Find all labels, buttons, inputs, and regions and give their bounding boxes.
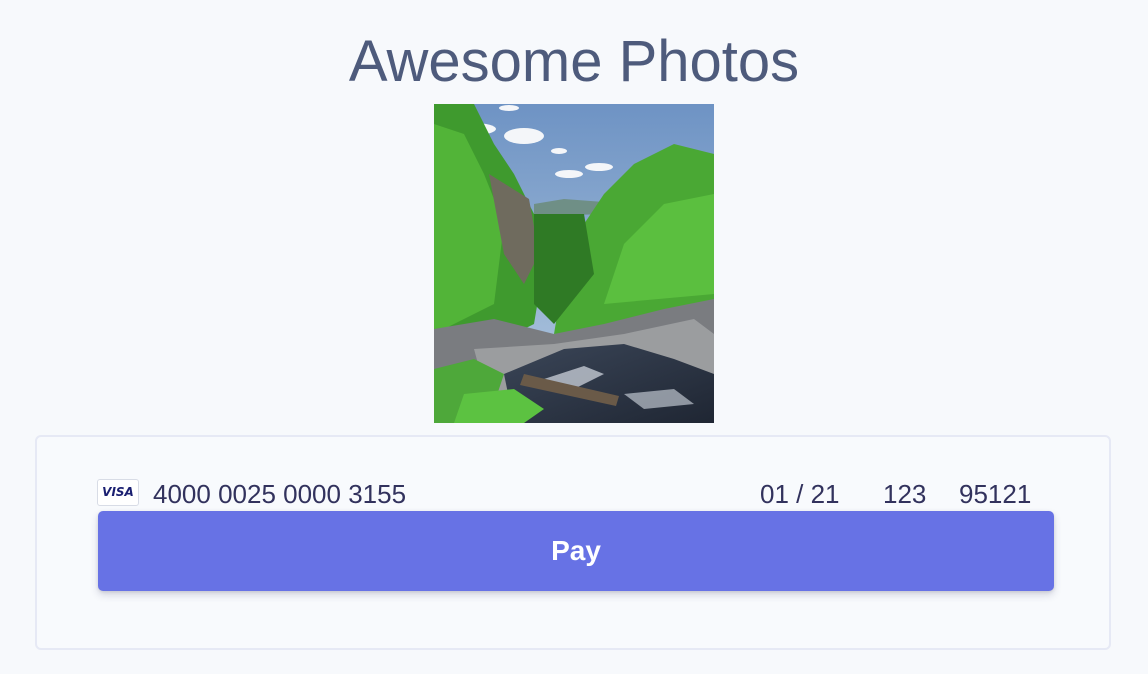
zip-field[interactable]: 95121 [959, 477, 1031, 511]
card-number-field[interactable]: 4000 0025 0000 3155 [153, 477, 406, 511]
card-input[interactable]: VISA 4000 0025 0000 3155 01 / 21 123 951… [97, 477, 1053, 511]
page: Awesome Photos VISA 4000 0025 0000 3155 … [0, 0, 1148, 674]
visa-card-icon: VISA [97, 479, 139, 506]
expiry-field[interactable]: 01 / 21 [760, 477, 840, 511]
pay-button[interactable]: Pay [98, 511, 1054, 591]
product-photo [434, 104, 714, 423]
cvc-field[interactable]: 123 [883, 477, 926, 511]
page-title: Awesome Photos [348, 29, 800, 94]
payment-form: VISA 4000 0025 0000 3155 01 / 21 123 951… [35, 435, 1111, 650]
